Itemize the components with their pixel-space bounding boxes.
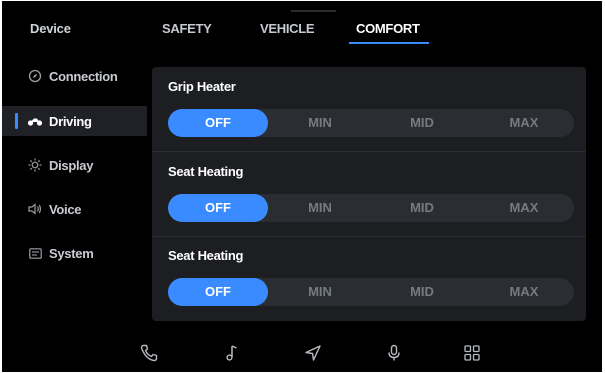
microphone-icon[interactable]	[383, 342, 405, 364]
device-settings-screen: Device Connection Driving Display Voice …	[2, 1, 602, 372]
option-max[interactable]: MAX	[474, 278, 574, 306]
phone-icon[interactable]	[138, 342, 160, 364]
sun-icon	[24, 158, 46, 172]
sidebar-item-label: Display	[49, 157, 94, 173]
music-icon[interactable]	[221, 342, 243, 364]
option-min[interactable]: MIN	[270, 109, 370, 137]
sidebar-item-voice[interactable]: Voice	[2, 194, 147, 224]
sidebar-title: Device	[30, 21, 71, 36]
apps-grid-icon[interactable]	[461, 342, 483, 364]
option-mid[interactable]: MID	[372, 278, 472, 306]
grip-heater-segmented-control: OFF MIN MID MAX	[168, 109, 574, 137]
sidebar-item-label: Connection	[49, 68, 118, 84]
option-mid[interactable]: MID	[372, 109, 472, 137]
sidebar-item-label: System	[49, 245, 94, 261]
comfort-settings-panel: Grip Heater OFF MIN MID MAX Seat Heating…	[152, 67, 586, 321]
tab-vehicle[interactable]: VEHICLE	[260, 21, 315, 36]
option-off[interactable]: OFF	[168, 194, 268, 222]
sidebar-item-driving[interactable]: Driving	[2, 106, 147, 136]
section-divider	[152, 151, 586, 152]
option-min[interactable]: MIN	[270, 194, 370, 222]
tab-comfort[interactable]: COMFORT	[356, 21, 420, 36]
section-title-grip-heater: Grip Heater	[168, 79, 236, 94]
section-divider	[152, 236, 586, 237]
speaker-icon	[24, 203, 46, 215]
navigation-icon[interactable]	[302, 342, 324, 364]
sidebar-item-system[interactable]: System	[2, 238, 147, 268]
option-off[interactable]: OFF	[168, 109, 268, 137]
option-mid[interactable]: MID	[372, 194, 472, 222]
active-tab-underline	[349, 42, 429, 44]
bottom-navigation-bar	[2, 334, 602, 372]
sidebar-item-label: Driving	[49, 113, 92, 129]
seat-heating-2-segmented-control: OFF MIN MID MAX	[168, 278, 574, 306]
sidebar-item-display[interactable]: Display	[2, 150, 147, 180]
sidebar-item-label: Voice	[49, 201, 82, 217]
section-title-seat-heating: Seat Heating	[168, 164, 244, 179]
motorcycle-icon	[24, 115, 46, 127]
option-min[interactable]: MIN	[270, 278, 370, 306]
tab-top-indicator	[291, 10, 336, 12]
section-title-seat-heating-2: Seat Heating	[168, 248, 244, 263]
sidebar-item-connection[interactable]: Connection	[2, 61, 147, 91]
tab-safety[interactable]: SAFETY	[162, 21, 212, 36]
option-off[interactable]: OFF	[168, 278, 268, 306]
seat-heating-segmented-control: OFF MIN MID MAX	[168, 194, 574, 222]
option-max[interactable]: MAX	[474, 194, 574, 222]
option-max[interactable]: MAX	[474, 109, 574, 137]
system-icon	[24, 247, 46, 259]
compass-icon	[24, 69, 46, 83]
